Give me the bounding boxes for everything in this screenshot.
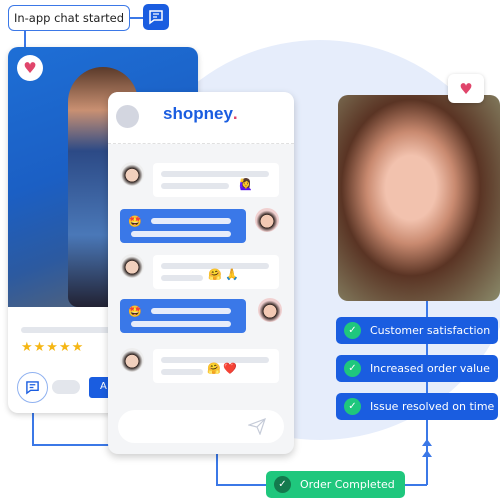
placeholder-line xyxy=(21,327,111,333)
heart-icon[interactable]: ♥ xyxy=(448,74,484,103)
outcome-badge: ✓ Customer satisfaction xyxy=(336,317,498,344)
chat-message: 🤗 ❤️ xyxy=(153,349,279,383)
arrow-up-icon xyxy=(422,439,432,446)
chat-message: 🤗 🙏 xyxy=(153,255,279,289)
heart-icon[interactable]: ♥ xyxy=(17,55,43,81)
check-icon: ✓ xyxy=(344,398,361,415)
chat-started-label: In-app chat started xyxy=(8,5,130,31)
arrow-up-icon xyxy=(422,450,432,457)
message-input[interactable] xyxy=(118,410,284,443)
check-icon: ✓ xyxy=(274,476,291,493)
brand-logo: shopney. xyxy=(163,104,238,123)
avatar xyxy=(120,162,144,186)
rating-stars: ★★★★★ xyxy=(21,340,85,355)
check-icon: ✓ xyxy=(344,322,361,339)
avatar xyxy=(120,254,144,278)
connector-line xyxy=(216,453,218,485)
connector-line xyxy=(32,444,110,446)
avatar xyxy=(255,208,279,232)
check-icon: ✓ xyxy=(344,360,361,377)
avatar xyxy=(120,348,144,372)
outcome-badge: ✓ Increased order value xyxy=(336,355,498,382)
send-icon[interactable] xyxy=(248,418,266,435)
chat-window: shopney. 🙋‍♀️ 🤩 🤗 🙏 🤩 🤗 ❤️ xyxy=(108,92,294,454)
chat-message: 🤩 xyxy=(120,299,246,333)
outcome-badge: ✓ Issue resolved on time xyxy=(336,393,498,420)
chat-message: 🤩 xyxy=(120,209,246,243)
chat-bubble-icon[interactable] xyxy=(17,372,48,403)
connector-line xyxy=(130,17,143,19)
connector-line xyxy=(216,484,266,486)
customer-photo xyxy=(338,95,500,301)
avatar xyxy=(258,298,282,322)
chat-header: shopney. xyxy=(108,92,294,144)
avatar xyxy=(116,105,139,128)
connector-line xyxy=(24,31,26,48)
chat-message: 🙋‍♀️ xyxy=(153,163,279,197)
order-completed-badge: ✓ Order Completed xyxy=(266,471,405,498)
connector-line xyxy=(405,484,427,486)
placeholder-pill xyxy=(52,380,80,394)
chat-icon xyxy=(143,4,169,30)
